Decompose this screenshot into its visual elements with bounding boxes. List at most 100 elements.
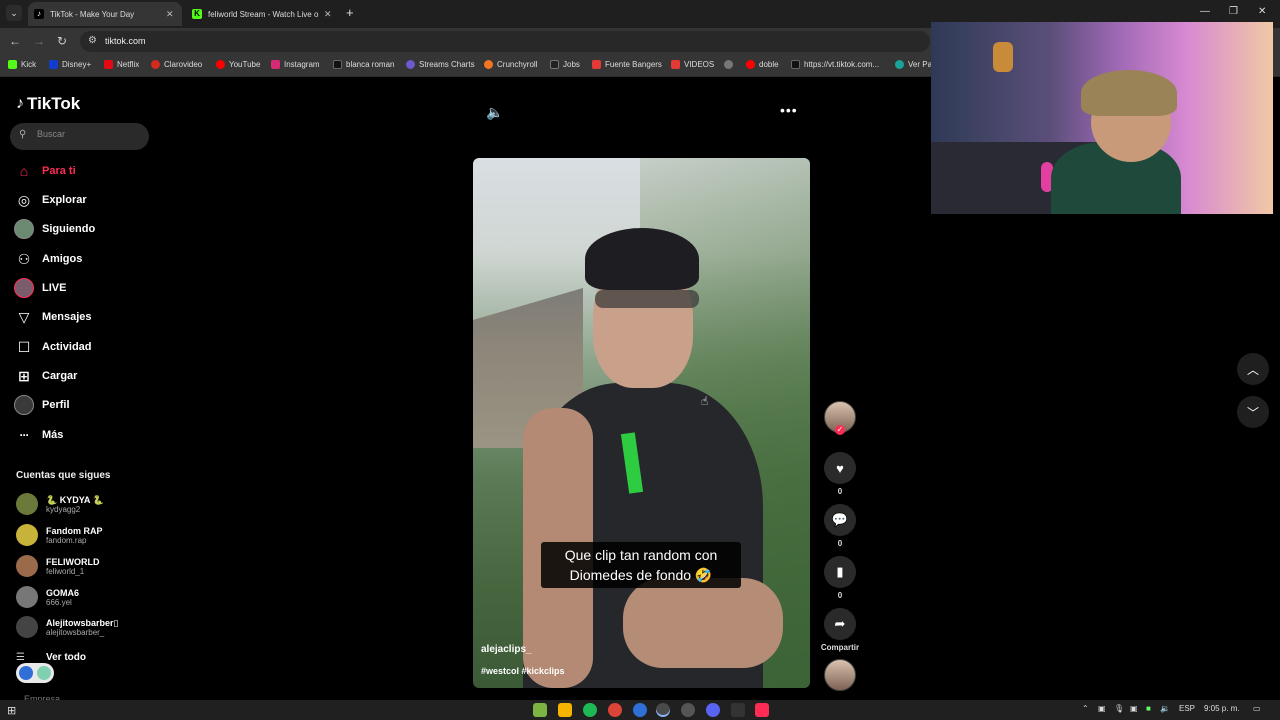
more-options-icon[interactable]: ••• xyxy=(780,102,798,118)
microphone-icon[interactable]: 🎙 xyxy=(1114,704,1124,713)
back-icon[interactable]: ← xyxy=(9,34,21,48)
followed-account[interactable]: 🐍 KYDYA 🐍 kydyagg2 xyxy=(16,492,104,516)
bookmark-item[interactable]: YouTube xyxy=(216,60,260,69)
close-tab-icon[interactable]: ✕ xyxy=(166,9,176,20)
overlay-badge[interactable] xyxy=(16,663,54,683)
notifications-icon[interactable]: ▭ xyxy=(1253,704,1261,713)
obs-icon[interactable] xyxy=(681,703,695,717)
video-author[interactable]: alejaclips_ xyxy=(481,644,532,655)
followed-account[interactable]: FELIWORLD feliworld_1 xyxy=(16,554,100,578)
save-button[interactable]: ▮ 0 xyxy=(824,556,856,600)
site-info-icon[interactable]: ⚙ xyxy=(88,35,97,46)
search-box[interactable]: ⚲ xyxy=(10,123,149,150)
save-count: 0 xyxy=(837,591,843,600)
avatar xyxy=(16,616,38,638)
badge-dot-icon xyxy=(19,666,33,680)
close-window-icon[interactable]: ✕ xyxy=(1258,6,1266,17)
music-disc-button[interactable] xyxy=(824,659,856,691)
videos-icon xyxy=(671,60,680,69)
bookmark-item[interactable]: Fuente Bangers xyxy=(592,60,662,69)
bookmark-item[interactable]: https://vt.tiktok.com... xyxy=(791,60,879,69)
nav-mensajes[interactable]: ▽ Mensajes xyxy=(14,307,92,327)
followed-account[interactable]: Alejitowsbarber▯ alejitowsbarber_ xyxy=(16,615,118,639)
restore-icon[interactable]: ❐ xyxy=(1229,6,1238,17)
nav-mas[interactable]: ··· Más xyxy=(14,425,64,445)
file-explorer-icon[interactable] xyxy=(558,703,572,717)
spotify-icon[interactable] xyxy=(583,703,597,717)
minimize-icon[interactable]: — xyxy=(1200,6,1210,17)
follow-plus-icon[interactable]: ✓ xyxy=(835,425,845,435)
nav-siguiendo[interactable]: Siguiendo xyxy=(14,219,95,239)
tab-search-button[interactable]: ⌄ xyxy=(6,5,22,21)
bookmark-item[interactable]: Netflix xyxy=(104,60,139,69)
nav-explorar[interactable]: ◎ Explorar xyxy=(14,190,87,210)
tiktok-app-icon[interactable] xyxy=(755,703,769,717)
nav-live[interactable]: LIVE xyxy=(14,278,66,298)
search-input[interactable] xyxy=(37,129,137,139)
url-bar[interactable]: ⚙ tiktok.com xyxy=(80,31,930,52)
nav-para-ti[interactable]: ⌂ Para ti xyxy=(14,161,76,181)
language-indicator[interactable]: ESP xyxy=(1179,704,1195,713)
author-avatar-button[interactable]: ✓ xyxy=(824,401,856,435)
tab-feliworld[interactable]: K feliworld Stream - Watch Live o ✕ xyxy=(186,2,340,26)
followed-account[interactable]: GOMA6 666.yel xyxy=(16,585,79,609)
nvidia-icon[interactable]: ■ xyxy=(1146,704,1151,713)
windows-taskbar: ⊞ ⌃ ▣ 🎙 ▣ ■ 🔉 ESP 9:05 p. m. ▭ xyxy=(0,700,1280,720)
bookmark-item[interactable]: doble xyxy=(746,60,779,69)
chrome-icon[interactable] xyxy=(608,703,622,717)
bookmark-item[interactable]: Jobs xyxy=(550,60,580,69)
video-hashtags[interactable]: #westcol #kickclips xyxy=(481,666,565,676)
volume-icon[interactable]: 🔈 xyxy=(486,104,503,121)
see-all-link[interactable]: ☰ Ver todo xyxy=(16,652,86,663)
nav-actividad[interactable]: ☐ Actividad xyxy=(14,337,92,357)
nav-amigos[interactable]: ⚇ Amigos xyxy=(14,249,83,269)
discord-icon[interactable] xyxy=(706,703,720,717)
new-tab-button[interactable]: + xyxy=(346,6,354,20)
bookmark-item[interactable]: Clarovideo xyxy=(151,60,202,69)
bookmark-item[interactable] xyxy=(724,60,737,69)
crunchyroll-icon xyxy=(484,60,493,69)
windows-start-icon[interactable]: ⊞ xyxy=(7,704,16,717)
reload-icon[interactable]: ↻ xyxy=(57,34,67,48)
fuente-icon xyxy=(592,60,601,69)
upload-icon: ⊞ xyxy=(18,367,30,384)
bookmark-item[interactable]: Kick xyxy=(8,60,36,69)
tab-tiktok[interactable]: ♪ TikTok - Make Your Day ✕ xyxy=(28,2,182,26)
previous-video-button[interactable]: ︿ xyxy=(1237,353,1269,385)
share-button[interactable]: ➦ Compartir xyxy=(821,608,859,652)
more-dots-icon: ··· xyxy=(19,428,30,442)
like-button[interactable]: ♥ 0 xyxy=(824,452,856,496)
next-video-button[interactable]: ﹀ xyxy=(1237,396,1269,428)
bookmark-icon: ▮ xyxy=(824,556,856,588)
bookmark-item[interactable]: Disney+ xyxy=(49,60,91,69)
youtube-icon xyxy=(746,60,755,69)
nav-cargar[interactable]: ⊞ Cargar xyxy=(14,366,77,386)
tray-chevron-icon[interactable]: ⌃ xyxy=(1082,704,1089,713)
bookmark-item[interactable]: Ver Pa xyxy=(895,60,932,69)
chrome-profile-icon[interactable] xyxy=(633,703,647,717)
video-player[interactable]: Que clip tan random con Diomedes de fond… xyxy=(473,158,810,688)
bookmark-item[interactable]: Crunchyroll xyxy=(484,60,537,69)
heart-icon: ♥ xyxy=(824,452,856,484)
bookmark-item[interactable]: blanca roman xyxy=(333,60,394,69)
chrome-active-icon[interactable] xyxy=(656,703,670,717)
volume-tray-icon[interactable]: 🔉 xyxy=(1160,704,1170,713)
nav-perfil[interactable]: Perfil xyxy=(14,395,70,415)
followed-account[interactable]: Fandom RAP fandom.rap xyxy=(16,523,103,547)
tiktok-icon xyxy=(333,60,342,69)
close-tab-icon[interactable]: ✕ xyxy=(324,9,334,20)
share-icon: ➦ xyxy=(824,608,856,640)
tiktok-logo[interactable]: ♪ TikTok xyxy=(16,94,80,114)
widgets-icon[interactable] xyxy=(533,703,547,717)
forward-icon[interactable]: → xyxy=(33,34,45,48)
app-icon[interactable] xyxy=(731,703,745,717)
bookmark-item[interactable]: Streams Charts xyxy=(406,60,475,69)
bookmark-item[interactable]: VIDEOS xyxy=(671,60,714,69)
url-text: tiktok.com xyxy=(105,36,146,46)
tray-app-icon[interactable]: ▣ xyxy=(1130,704,1138,713)
comment-button[interactable]: 💬 0 xyxy=(824,504,856,548)
clock[interactable]: 9:05 p. m. xyxy=(1204,704,1240,713)
tray-app-icon[interactable]: ▣ xyxy=(1098,704,1106,713)
tab-title: feliworld Stream - Watch Live o xyxy=(208,9,319,19)
bookmark-item[interactable]: Instagram xyxy=(271,60,320,69)
